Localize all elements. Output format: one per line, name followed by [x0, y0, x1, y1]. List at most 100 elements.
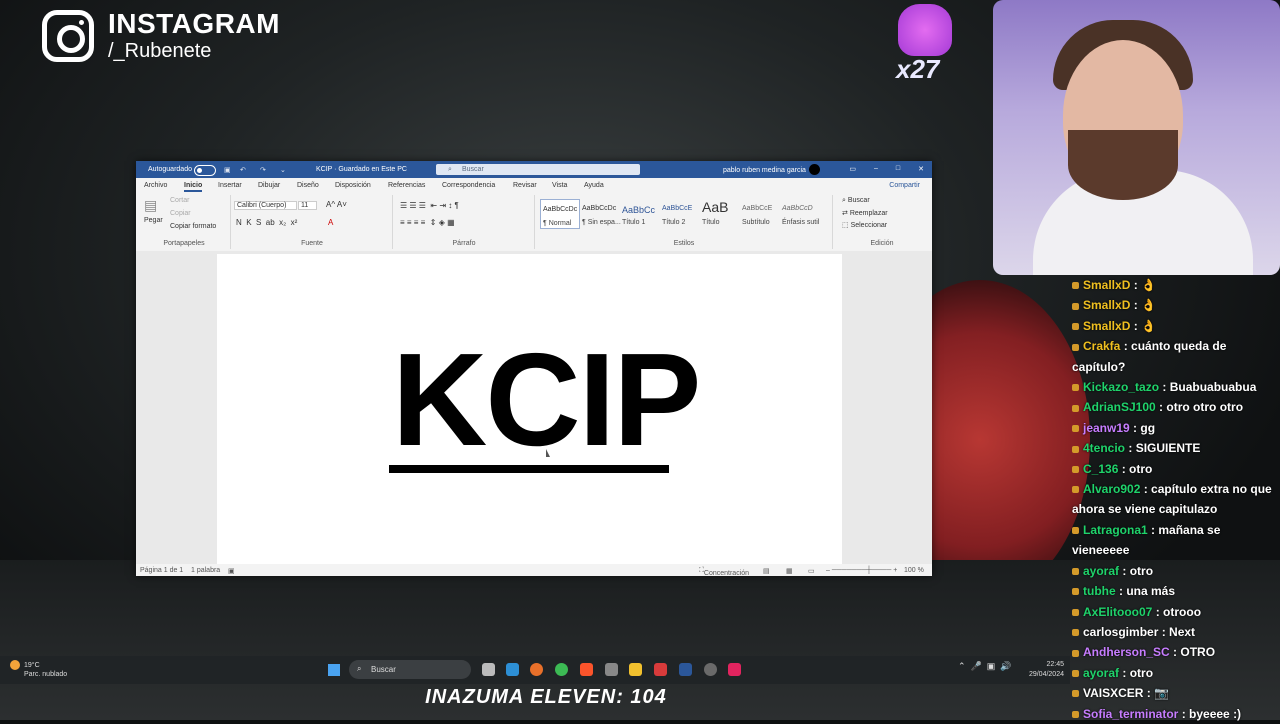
style-no-spacing[interactable]: AaBbCcDc ¶ Sin espa... [580, 199, 621, 227]
font-color-icon[interactable]: A [328, 218, 333, 227]
chat-username[interactable]: carlosgimber [1083, 625, 1158, 639]
align-icons[interactable]: ≡ ≡ ≡ ≡ ⇕ ◈ ▦ [400, 218, 455, 227]
system-tray[interactable]: ⌃ 🎤 ▣ 🔊 [958, 661, 1011, 672]
chat-username[interactable]: C_136 [1083, 462, 1118, 476]
tab-archivo[interactable]: Archivo [144, 182, 167, 189]
share-button[interactable]: Compartir [889, 182, 920, 189]
save-icon[interactable]: ▣ [224, 166, 231, 174]
weather-widget[interactable]: 19°C Parc. nublado [10, 660, 67, 679]
user-name[interactable]: pablo ruben medina garcia [723, 167, 806, 174]
style-heading-2[interactable]: AaBbCcE Título 2 [660, 199, 698, 227]
word-search-box[interactable]: ⌕ Buscar [436, 164, 640, 175]
task-view-icon[interactable] [482, 663, 495, 676]
list-icons[interactable]: ☰ ☰ ☰ ⇤ ⇥ ↕ ¶ [400, 201, 459, 210]
read-mode-icon[interactable]: ▤ [763, 567, 770, 575]
find-button[interactable]: ⌕ Buscar [842, 197, 870, 205]
ribbon-options-icon[interactable]: ▭ [849, 165, 856, 173]
bold-icon[interactable]: N K S ab x₂ x² [236, 218, 297, 227]
chat-username[interactable]: Andherson_SC [1083, 645, 1170, 659]
replace-button[interactable]: ⇄ Reemplazar [842, 209, 888, 217]
accessibility-icon[interactable]: ▣ [228, 567, 235, 575]
chat-username[interactable]: AdrianSJ100 [1083, 400, 1156, 414]
app-icon[interactable] [605, 663, 618, 676]
chat-message: jeanw19 : gg [1072, 418, 1280, 438]
chat-username[interactable]: Sofia_terminator [1083, 707, 1178, 721]
select-button[interactable]: ⬚ Seleccionar [842, 221, 887, 229]
paste-icon[interactable]: ▤ [144, 197, 157, 214]
badge-icon [1072, 425, 1079, 433]
chat-username[interactable]: Crakfa [1083, 339, 1120, 353]
redo-icon[interactable]: ↷ [260, 166, 266, 174]
chat-username[interactable]: ayoraf [1083, 564, 1119, 578]
chat-username[interactable]: jeanw19 [1083, 421, 1130, 435]
tab-dibujar[interactable]: Dibujar [258, 182, 280, 189]
tiktok-icon[interactable] [728, 663, 741, 676]
tab-disposicion[interactable]: Disposición [335, 182, 371, 189]
recording-app-icon[interactable] [654, 663, 667, 676]
tab-correspondencia[interactable]: Correspondencia [442, 182, 495, 189]
word-icon[interactable] [679, 663, 692, 676]
chat-username[interactable]: Kickazo_tazo [1083, 380, 1159, 394]
search-icon: ⌕ [357, 664, 362, 673]
tab-vista[interactable]: Vista [552, 182, 567, 189]
close-icon[interactable]: ✕ [918, 165, 924, 173]
style-subtle-emphasis[interactable]: AaBbCcD Énfasis sutil [780, 199, 819, 227]
obs-icon[interactable] [704, 663, 717, 676]
chat-message: VAISXCER : 📷 [1072, 683, 1280, 703]
maximize-icon[interactable]: □ [896, 165, 900, 173]
style-heading-1[interactable]: AaBbCc Título 1 [620, 199, 658, 227]
tab-diseno[interactable]: Diseño [297, 182, 319, 189]
chat-username[interactable]: SmallxD [1083, 278, 1130, 292]
chat-username[interactable]: AxElitooo07 [1083, 605, 1152, 619]
chat-username[interactable]: Latragona1 [1083, 523, 1148, 537]
windows-start-icon[interactable] [328, 664, 340, 676]
web-layout-icon[interactable]: ▭ [808, 567, 815, 575]
zoom-slider[interactable]: – ───────┼──── + [826, 567, 897, 574]
mouse-cursor [546, 449, 550, 457]
chat-username[interactable]: tubhe [1083, 584, 1116, 598]
underline-shape[interactable] [389, 465, 669, 473]
status-bar: Página 1 de 1 1 palabra ▣ ⛶ Concentració… [136, 564, 932, 577]
undo-icon[interactable]: ↶ [240, 166, 246, 174]
tab-insertar[interactable]: Insertar [218, 182, 242, 189]
avatar[interactable] [809, 164, 820, 175]
brave-icon[interactable] [580, 663, 593, 676]
chat-username[interactable]: 4tencio [1083, 441, 1125, 455]
chrome-icon[interactable] [555, 663, 568, 676]
file-explorer-icon[interactable] [629, 663, 642, 676]
paste-button[interactable]: Pegar [144, 217, 163, 224]
widgets-icon[interactable] [506, 663, 519, 676]
autosave-toggle[interactable] [194, 165, 216, 176]
tab-revisar[interactable]: Revisar [513, 182, 537, 189]
chat-message: tubhe : una más [1072, 581, 1280, 601]
word-count[interactable]: 1 palabra [191, 567, 220, 574]
style-title[interactable]: AaB Título [700, 199, 738, 227]
copy-button[interactable]: Copiar [170, 210, 191, 217]
cut-button[interactable]: Cortar [170, 197, 189, 204]
chat-username[interactable]: SmallxD [1083, 298, 1130, 312]
font-name-select[interactable]: Calibri (Cuerpo) [234, 201, 298, 210]
chat-username[interactable]: Alvaro902 [1083, 482, 1140, 496]
focus-mode[interactable]: ⛶ Concentración [699, 567, 749, 577]
chat-username[interactable]: ayoraf [1083, 666, 1119, 680]
style-normal[interactable]: AaBbCcDc ¶ Normal [540, 199, 580, 229]
font-size-select[interactable]: 11 [298, 201, 318, 210]
zoom-level[interactable]: 100 % [904, 567, 924, 574]
taskbar-search[interactable]: ⌕ Buscar [349, 660, 471, 679]
chat-username[interactable]: VAISXCER [1083, 686, 1143, 700]
tab-inicio[interactable]: Inicio [184, 182, 203, 192]
minimize-icon[interactable]: – [874, 165, 878, 173]
firefox-icon[interactable] [530, 663, 543, 676]
customize-qa-icon[interactable]: ⌄ [280, 166, 286, 174]
chat-username[interactable]: SmallxD [1083, 319, 1130, 333]
tab-ayuda[interactable]: Ayuda [584, 182, 604, 189]
copy-format-button[interactable]: Copiar formato [170, 223, 216, 230]
tab-referencias[interactable]: Referencias [388, 182, 425, 189]
document-page[interactable]: KCIP [217, 254, 842, 564]
style-subtitle[interactable]: AaBbCcE Subtítulo [740, 199, 778, 227]
page-count[interactable]: Página 1 de 1 [140, 567, 183, 574]
print-layout-icon[interactable]: ▦ [786, 567, 793, 575]
font-grow-icon[interactable]: A^ A˅ [326, 200, 347, 209]
clock[interactable]: 22:45 29/04/2024 [1024, 660, 1064, 680]
badge-icon [1072, 608, 1079, 616]
